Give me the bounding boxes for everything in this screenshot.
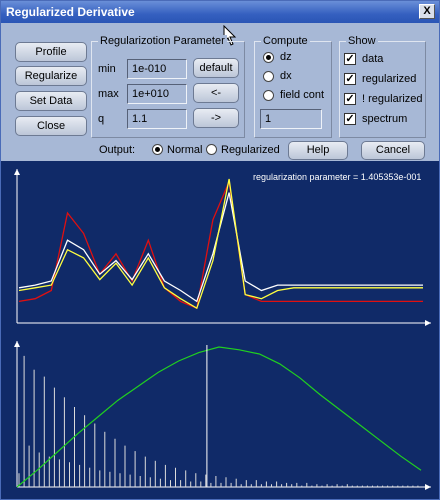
checkbox-regularized[interactable]: ✓: [344, 73, 356, 85]
radio-dx[interactable]: [263, 71, 274, 82]
decrease-button[interactable]: <-: [193, 83, 239, 103]
close-button[interactable]: Close: [15, 116, 87, 136]
checkbox-not-regularized[interactable]: ✓: [344, 93, 356, 105]
radio-output-normal-label: Normal: [167, 144, 203, 156]
profile-button[interactable]: Profile: [15, 42, 87, 62]
close-window-button[interactable]: X: [419, 4, 435, 19]
regularization-parameter-label: regularization parameter = 1.405353e-001: [253, 172, 422, 182]
checkbox-spectrum[interactable]: ✓: [344, 113, 356, 125]
compute-group-title: Compute: [261, 35, 310, 47]
default-button[interactable]: default: [193, 58, 239, 78]
cancel-button[interactable]: Cancel: [361, 141, 425, 160]
series-line-white: [18, 192, 423, 303]
radio-output-normal[interactable]: [152, 144, 163, 155]
radio-output-regularized-label: Regularized: [221, 144, 280, 156]
radio-field-cont-label: field cont: [280, 89, 325, 101]
bottom-y-arrow: [14, 341, 20, 347]
top-y-arrow: [14, 169, 20, 175]
show-group-title: Show: [346, 35, 378, 47]
output-label: Output:: [99, 144, 136, 156]
q-label: q: [98, 113, 105, 125]
increase-button[interactable]: ->: [193, 108, 239, 128]
series-line-green: [16, 346, 422, 488]
series-line-red: [18, 179, 423, 310]
radio-dz[interactable]: [263, 52, 274, 63]
help-button[interactable]: Help: [288, 141, 348, 160]
radio-output-regularized[interactable]: [206, 144, 217, 155]
checkbox-data-label: data: [362, 53, 384, 65]
plot-canvas: [14, 169, 431, 490]
min-label: min: [98, 63, 116, 75]
max-label: max: [98, 88, 119, 100]
checkbox-spectrum-label: spectrum: [362, 113, 408, 125]
radio-dx-label: dx: [280, 70, 292, 82]
series-line-yellow: [18, 178, 423, 310]
q-field[interactable]: 1.1: [127, 109, 187, 129]
radio-field-cont[interactable]: [263, 90, 274, 101]
min-field[interactable]: 1e-010: [127, 59, 187, 79]
regularization-group-title: Regularizotion Parameter: [98, 35, 227, 47]
regularize-button[interactable]: Regularize: [15, 66, 87, 86]
window-title: Regularized Derivative: [6, 5, 135, 19]
window: Regularized Derivative X Profile Regular…: [0, 0, 440, 500]
checkbox-regularized-label: regularized: [362, 73, 417, 85]
radio-dz-label: dz: [280, 51, 292, 63]
checkbox-data[interactable]: ✓: [344, 53, 356, 65]
top-x-arrow: [425, 320, 431, 326]
compute-value-field[interactable]: 1: [260, 109, 322, 129]
checkbox-not-regularized-label: ! regularized: [362, 93, 423, 105]
set-data-button[interactable]: Set Data: [15, 91, 87, 111]
plot-area: [1, 161, 439, 499]
max-field[interactable]: 1e+010: [127, 84, 187, 104]
bottom-x-arrow: [425, 484, 431, 490]
title-bar[interactable]: Regularized Derivative X: [1, 1, 439, 23]
